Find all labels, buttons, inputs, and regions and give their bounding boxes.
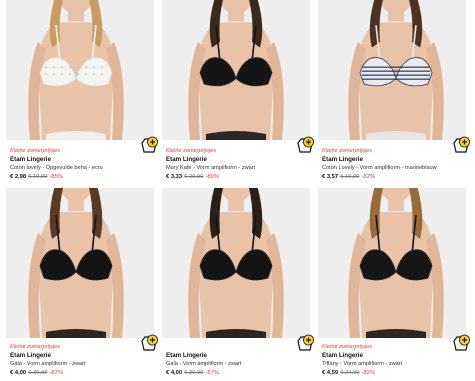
wishlist-plus-icon[interactable] — [140, 334, 158, 352]
product-brand[interactable]: Etam Lingerie — [166, 352, 242, 360]
product-grid: Kleine zomerprijsjes Etam Lingerie Coton l… — [0, 0, 475, 381]
product-image[interactable] — [162, 188, 310, 338]
product-name[interactable]: Gala - Vorm amplifiorm - zwart — [10, 360, 86, 368]
price-row: € 4,00 € 30,90 -87% — [10, 369, 86, 377]
product-card[interactable]: Kleine zomerprijsjes Etam Lingerie Coton L… — [318, 0, 470, 185]
promo-label: Kleine zomerprijsjes — [322, 148, 373, 154]
current-price: € 4,00 — [166, 370, 183, 376]
wishlist-plus-icon[interactable] — [140, 136, 158, 154]
product-brand[interactable]: Etam Lingerie — [322, 156, 437, 164]
product-info: Kleine zomerprijsjes Etam Lingerie Coton L… — [322, 147, 437, 181]
wishlist-plus-icon[interactable] — [452, 136, 470, 154]
product-brand[interactable]: Etam Lingerie — [10, 156, 103, 164]
price-row: € 2,98 € 19,90 -85% — [10, 173, 103, 181]
current-price: € 4,00 — [10, 370, 27, 376]
old-price: € 30,90 — [28, 370, 48, 376]
product-brand[interactable]: Etam Lingerie — [322, 352, 402, 360]
product-card[interactable]: Etam Lingerie Gala - Vorm amplifiorm - zw… — [162, 188, 314, 381]
product-card[interactable]: Kleine zomerprijsjes Etam Lingerie Coton l… — [6, 0, 158, 185]
current-price: € 2,98 — [10, 174, 27, 180]
price-row: € 4,59 € 24,99 -82% — [322, 369, 402, 377]
old-price: € 24,99 — [340, 370, 360, 376]
old-price: € 19,90 — [340, 174, 360, 180]
current-price: € 3,33 — [166, 174, 183, 180]
promo-label: Kleine zomerprijsjes — [166, 148, 217, 154]
discount-badge: -89% — [205, 174, 220, 180]
discount-badge: -85% — [49, 174, 64, 180]
discount-badge: -82% — [361, 370, 376, 376]
product-brand[interactable]: Etam Lingerie — [166, 156, 255, 164]
current-price: € 4,59 — [322, 370, 339, 376]
product-name[interactable]: Tiffany - Vorm amplifiorm - zwart — [322, 360, 402, 368]
price-row: € 4,00 € 30,90 -87% — [166, 369, 242, 377]
product-name[interactable]: Gala - Vorm amplifiorm - zwart — [166, 360, 242, 368]
product-image[interactable] — [162, 0, 310, 140]
discount-badge: -82% — [361, 174, 376, 180]
product-brand[interactable]: Etam Lingerie — [10, 352, 86, 360]
price-row: € 3,57 € 19,90 -82% — [322, 173, 437, 181]
wishlist-plus-icon[interactable] — [452, 334, 470, 352]
price-row: € 3,33 € 29,90 -89% — [166, 173, 255, 181]
product-image[interactable] — [318, 0, 466, 140]
product-name[interactable]: Coton Lovely - Vorm amplifiorm - marineb… — [322, 164, 437, 172]
product-info: Kleine zomerprijsjes Etam Lingerie Coton l… — [10, 147, 103, 181]
product-card[interactable]: Kleine zomerprijsjes Etam Lingerie Gala - … — [6, 188, 158, 381]
old-price: € 29,90 — [184, 174, 204, 180]
promo-label: Kleine zomerprijsjes — [10, 344, 61, 350]
product-image[interactable] — [6, 0, 154, 140]
wishlist-plus-icon[interactable] — [296, 334, 314, 352]
current-price: € 3,57 — [322, 174, 339, 180]
promo-label: Kleine zomerprijsjes — [322, 344, 373, 350]
wishlist-plus-icon[interactable] — [296, 136, 314, 154]
product-info: Etam Lingerie Gala - Vorm amplifiorm - zw… — [166, 343, 242, 377]
promo-label: Kleine zomerprijsjes — [10, 148, 61, 154]
product-info: Kleine zomerprijsjes Etam Lingerie Tiffany… — [322, 343, 402, 377]
discount-badge: -87% — [205, 370, 220, 376]
product-info: Kleine zomerprijsjes Etam Lingerie Mary Ka… — [166, 147, 255, 181]
promo-spacer — [166, 343, 242, 351]
discount-badge: -87% — [49, 370, 64, 376]
old-price: € 19,90 — [28, 174, 48, 180]
old-price: € 30,90 — [184, 370, 204, 376]
product-name[interactable]: Mary Kate - Vorm amplifiorm - zwart — [166, 164, 255, 172]
product-info: Kleine zomerprijsjes Etam Lingerie Gala - … — [10, 343, 86, 377]
product-image[interactable] — [6, 188, 154, 338]
product-card[interactable]: Kleine zomerprijsjes Etam Lingerie Tiffany… — [318, 188, 470, 381]
product-image[interactable] — [318, 188, 466, 338]
product-card[interactable]: Kleine zomerprijsjes Etam Lingerie Mary Ka… — [162, 0, 314, 185]
product-name[interactable]: Coton lovely - Opgevulde beha - ecru — [10, 164, 103, 172]
